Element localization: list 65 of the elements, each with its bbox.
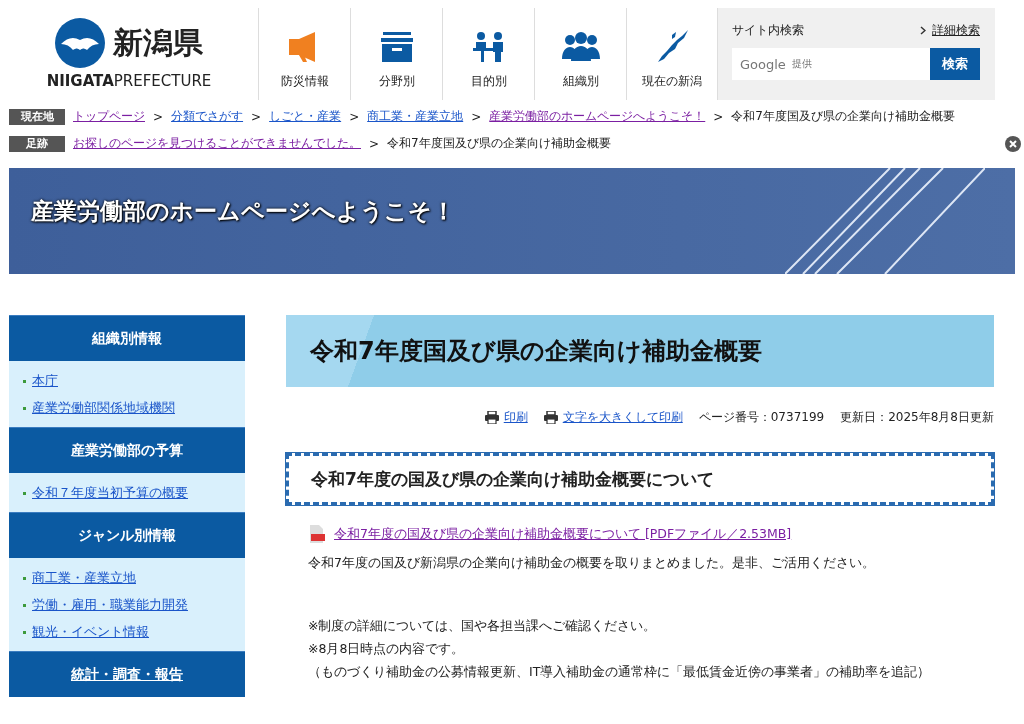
bullet-icon [23, 576, 26, 580]
print-link[interactable]: 印刷 [484, 409, 528, 426]
section-heading: 令和7年度の国及び県の企業向け補助金概要について [286, 453, 994, 505]
sidebar-heading: 産業労働部の予算 [9, 427, 245, 473]
breadcrumb-separator: > [369, 136, 380, 151]
nav-link[interactable]: 分野別 [350, 8, 442, 100]
nav-link[interactable]: 目的別 [442, 8, 534, 100]
sidebar-link[interactable]: 商工業・産業立地 [32, 569, 136, 587]
pdf-link[interactable]: 令和7年度の国及び県の企業向け補助金概要について [PDFファイル／2.53MB] [334, 525, 792, 543]
breadcrumb-current: 令和7年度国及び県の企業向け補助金概要 [731, 108, 955, 125]
breadcrumb-separator: > [349, 109, 360, 124]
provided-by-text: 提供 [791, 57, 812, 71]
body-text: 令和7年度の国及び新潟県の企業向け補助金の概要を取りまとめました。是非、ご活用ください。 [308, 555, 876, 572]
breadcrumb-label: 現在地 [9, 108, 65, 125]
search-button[interactable]: 検索 [930, 48, 980, 80]
breadcrumb-link[interactable]: しごと・産業 [269, 108, 342, 125]
updated-date: 更新日：2025年8月8日更新 [840, 409, 994, 426]
breadcrumb-link[interactable]: トップページ [73, 108, 145, 125]
banner-title: 産業労働部のホームページへようこそ！ [31, 196, 455, 226]
note-text: （ものづくり補助金の公募情報更新、IT導入補助金の通常枠に「最低賃金近傍の事業者」の補助率を追記） [308, 664, 932, 681]
advanced-search-link[interactable]: 詳細検索 [932, 22, 980, 39]
breadcrumb-link[interactable]: 分類でさがす [171, 108, 244, 125]
bullet-icon [23, 603, 26, 607]
sidebar-link[interactable]: 労働・雇用・職業能力開発 [32, 596, 188, 614]
sidebar-heading: 組織別情報 [9, 315, 245, 361]
bullet-icon [23, 406, 26, 410]
breadcrumb-link[interactable]: お探しのページを見つけることができませんでした。 [73, 135, 361, 152]
sidebar-link[interactable]: 観光・イベント情報 [32, 623, 149, 641]
sidebar-heading: ジャンル別情報 [9, 512, 245, 558]
printer-icon [543, 411, 558, 424]
breadcrumb-current: 令和7年度国及び県の企業向け補助金概要 [387, 135, 611, 152]
breadcrumb-link[interactable]: 商工業・産業立地 [367, 108, 464, 125]
pdf-file-icon [308, 525, 326, 543]
note-text: ※制度の詳細については、国や各担当課へご確認ください。 [308, 618, 658, 635]
nav-link[interactable]: 組織別 [534, 8, 626, 100]
breadcrumb-separator: > [713, 109, 724, 124]
printer-icon [484, 411, 499, 424]
close-button[interactable] [1005, 135, 1021, 152]
people-icon [560, 31, 601, 63]
breadcrumb-separator: > [153, 109, 164, 124]
breadcrumb-label: 足跡 [9, 135, 65, 152]
breadcrumb-link[interactable]: 産業労働部のホームページへようこそ！ [489, 108, 706, 125]
logo-name: 新潟県 [113, 23, 203, 62]
sidebar-link[interactable]: 令和７年度当初予算の概要 [32, 484, 188, 502]
bullet-icon [23, 379, 26, 383]
page-number: ページ番号：0737199 [698, 409, 825, 426]
bullet-icon [23, 491, 26, 495]
nav-link[interactable]: 防災情報 [258, 8, 350, 100]
print-link[interactable]: 文字を大きくして印刷 [543, 409, 683, 426]
diagonal-lines-icon [785, 168, 985, 274]
breadcrumb-separator: > [251, 109, 262, 124]
chevron-right-icon [920, 26, 926, 35]
logo-subtitle: NIIGATAPREFECTURE [46, 72, 212, 90]
search-field[interactable]: Google 提供 [732, 48, 930, 80]
sidebar-link[interactable]: 産業労働部関係地域機関 [32, 399, 175, 417]
breadcrumb-separator: > [471, 109, 482, 124]
sidebar-heading[interactable]: 統計・調査・報告 [9, 651, 245, 697]
search-title: サイト内検索 [732, 22, 804, 39]
bullet-icon [23, 630, 26, 634]
prefecture-logo-icon [55, 18, 105, 68]
note-text: ※8月8日時点の内容です。 [308, 641, 466, 658]
google-brand-text: Google [740, 56, 786, 72]
page-title: 令和7年度国及び県の企業向け補助金概要 [310, 336, 762, 367]
sidebar-link[interactable]: 本庁 [32, 372, 58, 390]
box-icon [378, 31, 415, 63]
